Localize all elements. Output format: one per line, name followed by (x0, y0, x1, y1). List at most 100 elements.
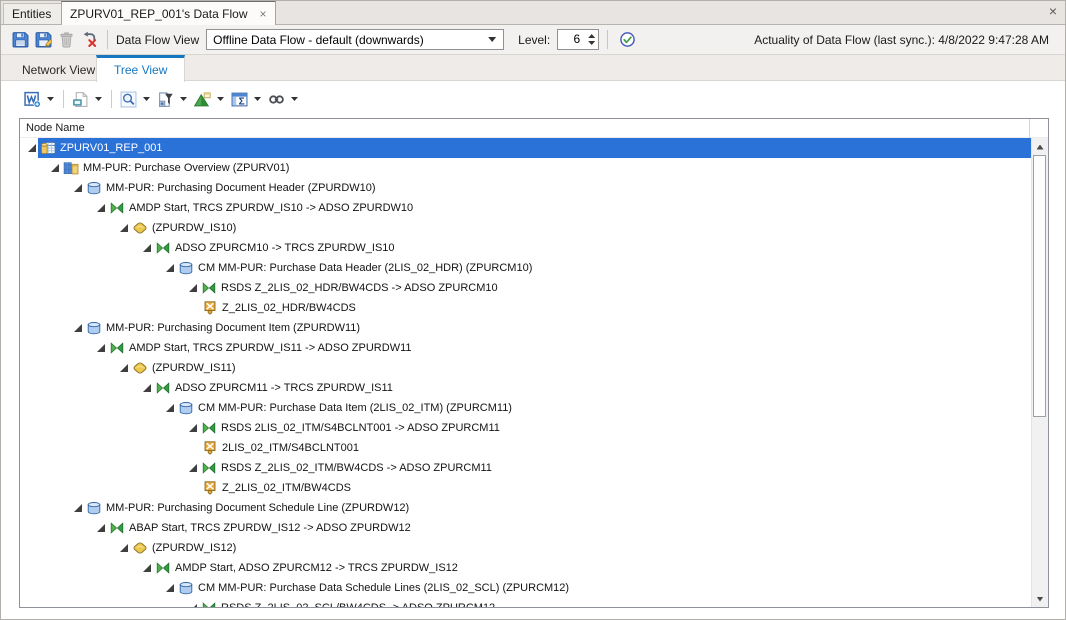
tree-row[interactable]: (ZPURDW_IS10) (20, 218, 1031, 238)
tree-row[interactable]: AMDP Start, TRCS ZPURDW_IS11 -> ADSO ZPU… (20, 338, 1031, 358)
expand-toggle-icon[interactable] (164, 402, 176, 414)
tree-row-body[interactable]: RSDS Z_2LIS_02_HDR/BW4CDS -> ADSO ZPURCM… (199, 278, 1031, 298)
tree-row-body[interactable]: RSDS 2LIS_02_ITM/S4BCLNT001 -> ADSO ZPUR… (199, 418, 1031, 438)
tree-row-body[interactable]: MM-PUR: Purchasing Document Item (ZPURDW… (84, 318, 1031, 338)
tree-row[interactable]: MM-PUR: Purchasing Document Schedule Lin… (20, 498, 1031, 518)
open-data-flow-dropdown[interactable] (43, 88, 58, 110)
tree-row[interactable]: MM-PUR: Purchasing Document Header (ZPUR… (20, 178, 1031, 198)
tree-row[interactable]: CM MM-PUR: Purchase Data Header (2LIS_02… (20, 258, 1031, 278)
expand-toggle-icon[interactable] (72, 322, 84, 334)
tree-row[interactable]: CM MM-PUR: Purchase Data Schedule Lines … (20, 578, 1031, 598)
discard-changes-button[interactable] (78, 28, 101, 51)
tree-row[interactable]: AMDP Start, TRCS ZPURDW_IS10 -> ADSO ZPU… (20, 198, 1031, 218)
tree-row-body[interactable]: AMDP Start, TRCS ZPURDW_IS11 -> ADSO ZPU… (107, 338, 1031, 358)
link-objects-dropdown[interactable] (287, 88, 302, 110)
tree-row-body[interactable]: MM-PUR: Purchase Overview (ZPURV01) (61, 158, 1031, 178)
tree-row-body[interactable]: ABAP Start, TRCS ZPURDW_IS12 -> ADSO ZPU… (107, 518, 1031, 538)
spin-up-icon[interactable] (588, 34, 595, 38)
scroll-up-icon[interactable] (1032, 139, 1048, 155)
tree-row-body[interactable]: ADSO ZPURCM10 -> TRCS ZPURDW_IS10 (153, 238, 1031, 258)
filter-dropdown[interactable] (176, 88, 191, 110)
tree-row[interactable]: (ZPURDW_IS11) (20, 358, 1031, 378)
expand-toggle-icon[interactable] (26, 142, 38, 154)
expand-toggle-icon[interactable] (95, 342, 107, 354)
expand-toggle-icon[interactable] (187, 282, 199, 294)
spin-down-icon[interactable] (588, 41, 595, 45)
vertical-scrollbar[interactable] (1031, 138, 1048, 607)
tree-row-body[interactable]: MM-PUR: Purchasing Document Header (ZPUR… (84, 178, 1031, 198)
delete-button[interactable] (55, 28, 78, 51)
scrollbar-thumb[interactable] (1033, 155, 1046, 417)
tree-row-body[interactable]: 2LIS_02_ITM/S4BCLNT001 (200, 438, 1031, 458)
tree-row[interactable]: AMDP Start, ADSO ZPURCM12 -> TRCS ZPURDW… (20, 558, 1031, 578)
tree-row[interactable]: RSDS 2LIS_02_ITM/S4BCLNT001 -> ADSO ZPUR… (20, 418, 1031, 438)
expand-toggle-icon[interactable] (72, 182, 84, 194)
search-dropdown[interactable] (139, 88, 154, 110)
tree-row[interactable]: ABAP Start, TRCS ZPURDW_IS12 -> ADSO ZPU… (20, 518, 1031, 538)
expand-toggle-icon[interactable] (141, 562, 153, 574)
documentation-dropdown[interactable] (91, 88, 106, 110)
expand-toggle-icon[interactable] (187, 602, 199, 607)
save-all-button[interactable] (32, 28, 55, 51)
save-button[interactable] (9, 28, 32, 51)
table-aggregation-button[interactable]: Σ (228, 88, 250, 110)
expand-toggle-icon[interactable] (164, 582, 176, 594)
tree-row[interactable]: RSDS Z_2LIS_02_HDR/BW4CDS -> ADSO ZPURCM… (20, 278, 1031, 298)
tree-row-body[interactable]: Z_2LIS_02_ITM/BW4CDS (200, 478, 1031, 498)
tree-row-body[interactable]: RSDS Z_2LIS_02_ITM/BW4CDS -> ADSO ZPURCM… (199, 458, 1031, 478)
tree-row[interactable]: Z_2LIS_02_ITM/BW4CDS (20, 478, 1031, 498)
tree-row-body[interactable]: (ZPURDW_IS11) (130, 358, 1031, 378)
data-flow-view-select[interactable]: Offline Data Flow - default (downwards) (206, 29, 504, 50)
level-input[interactable]: 6 (557, 29, 599, 50)
filter-button[interactable] (154, 88, 176, 110)
tree-row-body[interactable]: ZPURV01_REP_001 (38, 138, 1031, 158)
documentation-button[interactable] (69, 88, 91, 110)
tree-row[interactable]: ADSO ZPURCM11 -> TRCS ZPURDW_IS11 (20, 378, 1031, 398)
expand-toggle-icon[interactable] (118, 542, 130, 554)
tree-row-body[interactable]: MM-PUR: Purchasing Document Schedule Lin… (84, 498, 1031, 518)
link-objects-button[interactable] (265, 88, 287, 110)
tree-row-body[interactable]: CM MM-PUR: Purchase Data Item (2LIS_02_I… (176, 398, 1031, 418)
scrollbar-track[interactable] (1032, 155, 1048, 591)
tree-row[interactable]: 2LIS_02_ITM/S4BCLNT001 (20, 438, 1031, 458)
expand-toggle-icon[interactable] (187, 462, 199, 474)
expand-toggle-icon[interactable] (95, 522, 107, 534)
tree-row[interactable]: ADSO ZPURCM10 -> TRCS ZPURDW_IS10 (20, 238, 1031, 258)
pane-close-icon[interactable]: × (1049, 4, 1057, 18)
tree-row[interactable]: MM-PUR: Purchasing Document Item (ZPURDW… (20, 318, 1031, 338)
last-sync-button[interactable] (616, 28, 639, 51)
tree-row-body[interactable]: Z_2LIS_02_HDR/BW4CDS (200, 298, 1031, 318)
expand-toggle-icon[interactable] (141, 382, 153, 394)
expand-toggle-icon[interactable] (187, 422, 199, 434)
tree-row[interactable]: RSDS Z_2LIS_02_SCL/BW4CDS -> ADSO ZPURCM… (20, 598, 1031, 607)
expand-toggle-icon[interactable] (72, 502, 84, 514)
search-button[interactable] (117, 88, 139, 110)
tree-row-body[interactable]: (ZPURDW_IS10) (130, 218, 1031, 238)
scroll-down-icon[interactable] (1032, 591, 1048, 607)
hierarchy-settings-dropdown[interactable] (213, 88, 228, 110)
tree-row-body[interactable]: CM MM-PUR: Purchase Data Schedule Lines … (176, 578, 1031, 598)
expand-toggle-icon[interactable] (164, 262, 176, 274)
tree-row-body[interactable]: AMDP Start, TRCS ZPURDW_IS10 -> ADSO ZPU… (107, 198, 1031, 218)
tree-row[interactable]: (ZPURDW_IS12) (20, 538, 1031, 558)
open-data-flow-button[interactable] (21, 88, 43, 110)
expand-toggle-icon[interactable] (118, 362, 130, 374)
expand-toggle-icon[interactable] (95, 202, 107, 214)
tree-row-body[interactable]: CM MM-PUR: Purchase Data Header (2LIS_02… (176, 258, 1031, 278)
hierarchy-settings-button[interactable] (191, 88, 213, 110)
tree-row-body[interactable]: (ZPURDW_IS12) (130, 538, 1031, 558)
expand-toggle-icon[interactable] (49, 162, 61, 174)
tree-row-body[interactable]: ADSO ZPURCM11 -> TRCS ZPURDW_IS11 (153, 378, 1031, 398)
tree-row[interactable]: ZPURV01_REP_001 (20, 138, 1031, 158)
tree-row[interactable]: Z_2LIS_02_HDR/BW4CDS (20, 298, 1031, 318)
tab-data-flow[interactable]: ZPURV01_REP_001's Data Flow × (61, 1, 276, 25)
tree-row-body[interactable]: AMDP Start, ADSO ZPURCM12 -> TRCS ZPURDW… (153, 558, 1031, 578)
tree-row-body[interactable]: RSDS Z_2LIS_02_SCL/BW4CDS -> ADSO ZPURCM… (199, 598, 1031, 607)
tree-row[interactable]: CM MM-PUR: Purchase Data Item (2LIS_02_I… (20, 398, 1031, 418)
tab-tree-view[interactable]: Tree View (96, 55, 185, 82)
close-icon[interactable]: × (260, 8, 267, 20)
table-aggregation-dropdown[interactable] (250, 88, 265, 110)
node-name-column-header[interactable]: Node Name (20, 119, 1048, 138)
tree-row[interactable]: MM-PUR: Purchase Overview (ZPURV01) (20, 158, 1031, 178)
column-divider[interactable] (1029, 119, 1030, 138)
